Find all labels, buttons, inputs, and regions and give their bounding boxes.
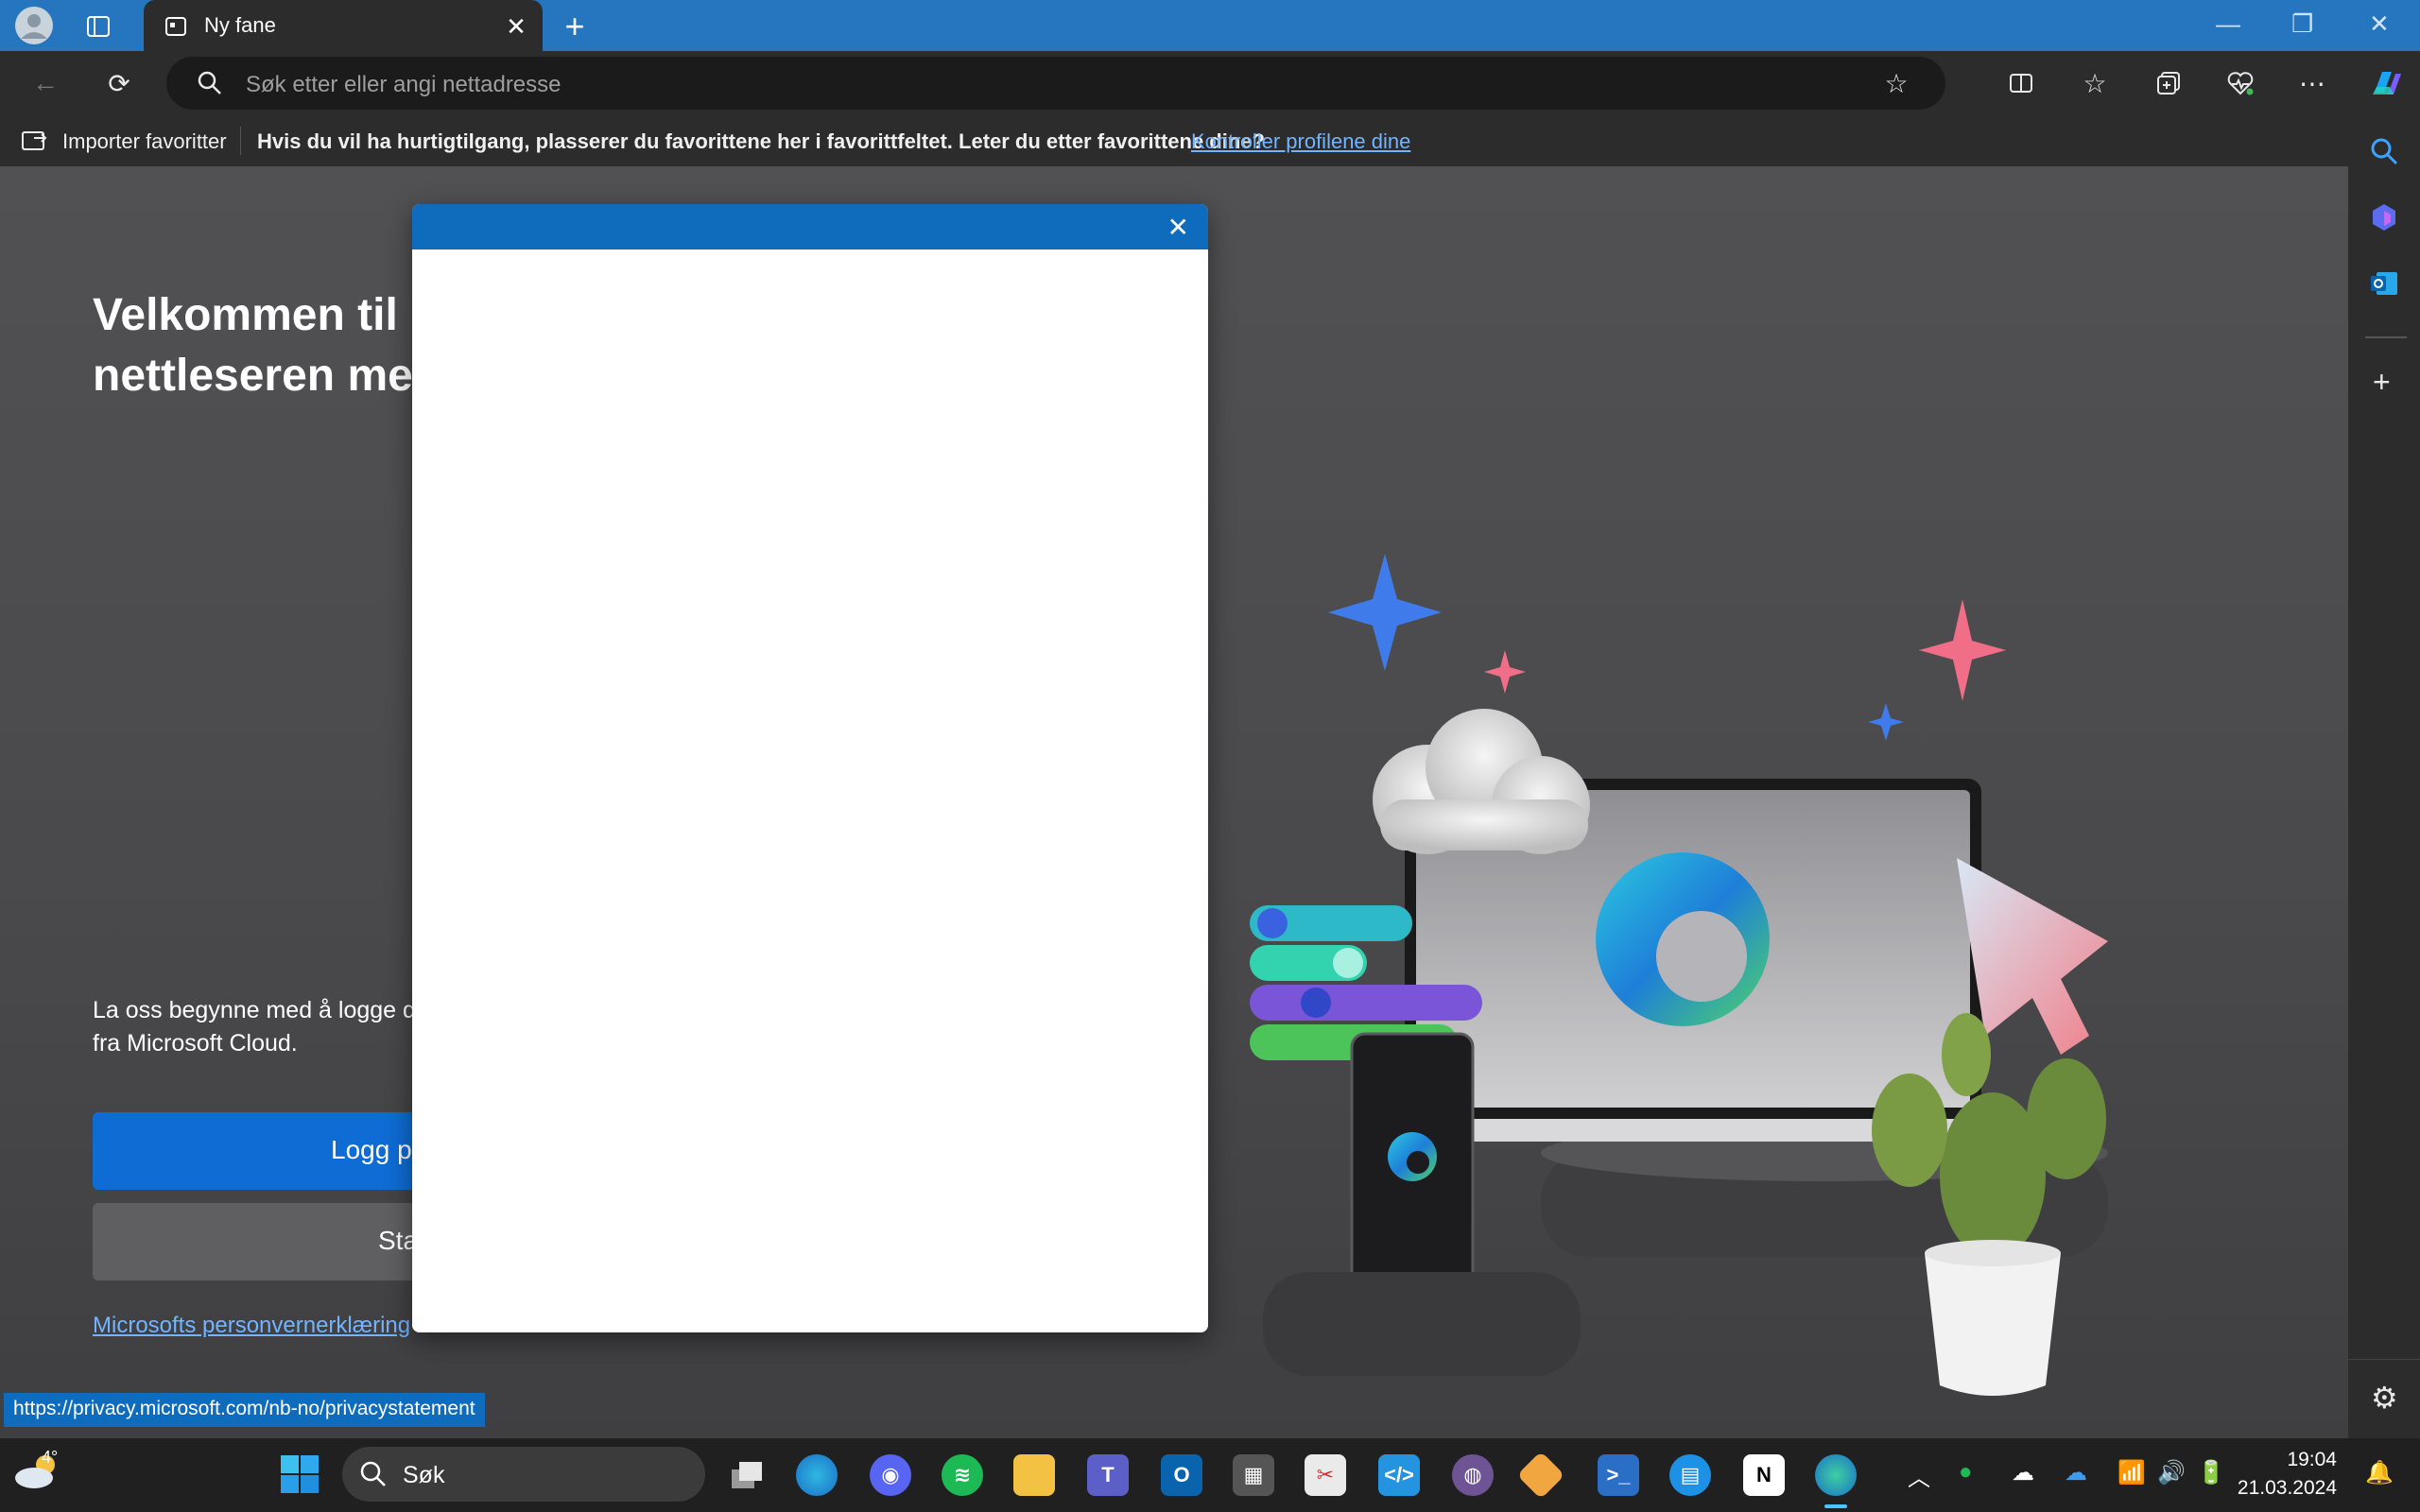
collections-icon[interactable] [2146, 60, 2191, 106]
phone-decoration [1350, 1032, 1475, 1293]
weather-temperature: 4° [42, 1448, 59, 1467]
title-bar: Ny fane ✕ + — ❐ ✕ [0, 0, 2420, 51]
outlook-taskbar-icon[interactable]: O [1161, 1454, 1202, 1496]
sign-in-label: Logg p [331, 1135, 412, 1164]
more-menu-icon[interactable]: ⋯ [2290, 60, 2335, 106]
teams-taskbar-icon[interactable]: T [1087, 1454, 1129, 1496]
new-tab-page-icon [163, 13, 189, 40]
tab-new-tab[interactable]: Ny fane ✕ [144, 0, 543, 51]
onedrive-business-tray-icon[interactable]: ☁ [2065, 1459, 2087, 1486]
vscode-taskbar-icon[interactable]: </> [1378, 1454, 1420, 1496]
start-windows-icon[interactable] [280, 1454, 320, 1499]
weather-widget[interactable]: 4° [13, 1448, 70, 1503]
cloud-decoration [1373, 709, 1590, 854]
new-tab-plus-icon[interactable]: + [558, 7, 592, 45]
discord-taskbar-icon[interactable]: ◉ [870, 1454, 911, 1496]
sparkle-pink-large [1919, 599, 2006, 701]
back-arrow-icon[interactable]: ← [23, 60, 68, 106]
split-screen-icon[interactable] [1998, 60, 2044, 106]
import-favorites-icon [21, 129, 49, 158]
favorites-bar: Importer favoritter Hvis du vil ha hurti… [0, 115, 2420, 166]
sidebar-divider-bottom [2348, 1359, 2420, 1360]
profile-avatar[interactable] [15, 7, 53, 44]
welcome-description: La oss begynne med å logge d fra Microso… [93, 997, 416, 1057]
dialog-header: ✕ [412, 204, 1208, 249]
clock[interactable]: 19:04 21.03.2024 [2238, 1446, 2337, 1503]
volume-icon[interactable]: 🔊 [2157, 1459, 2186, 1486]
sparkle-blue-small [1868, 703, 1904, 741]
edge-sidebar: + ⚙ [2348, 115, 2420, 1438]
spotify-taskbar-icon[interactable]: ≋ [942, 1454, 983, 1496]
notion-taskbar-icon[interactable]: N [1743, 1454, 1785, 1496]
favorites-bar-divider [240, 127, 241, 155]
edge-dev-taskbar-icon[interactable] [796, 1454, 838, 1496]
calculator-taskbar-icon[interactable]: ▦ [1233, 1454, 1274, 1496]
wifi-icon[interactable]: 📶 [2118, 1459, 2146, 1486]
sidebar-copilot-icon[interactable] [2369, 202, 2399, 237]
search-icon [187, 60, 233, 106]
edge-taskbar-icon-active[interactable] [1815, 1454, 1857, 1496]
file-explorer-taskbar-icon[interactable] [1013, 1454, 1055, 1496]
import-favorites-button[interactable]: Importer favoritter [62, 129, 227, 154]
close-window-icon[interactable]: ✕ [2369, 9, 2390, 39]
sidebar-settings-gear-icon[interactable]: ⚙ [2371, 1380, 2398, 1416]
clock-time: 19:04 [2287, 1449, 2337, 1470]
sign-in-dialog: ✕ [412, 204, 1208, 1332]
taskbar-search-label: Søk [403, 1462, 445, 1488]
copilot-icon[interactable] [2363, 60, 2409, 106]
docker-taskbar-icon[interactable]: ▤ [1669, 1454, 1711, 1496]
sparkle-pink-small [1484, 650, 1526, 694]
privacy-statement-link[interactable]: Microsofts personvernerklæring [93, 1313, 410, 1339]
favorites-bar-message: Hvis du vil ha hurtigtilgang, plasserer … [257, 129, 1265, 153]
git-taskbar-icon[interactable] [1516, 1451, 1565, 1500]
sidebar-add-icon[interactable]: + [2373, 365, 2391, 400]
phone-pedestal [1263, 1272, 1581, 1376]
windows-taskbar: 4° Søk ◉ ≋ T O ▦ ✂ </> ◍ >_ ▤ N ︿ ● ☁ ☁ … [0, 1438, 2420, 1512]
active-app-indicator [1824, 1504, 1847, 1508]
snipping-tool-taskbar-icon[interactable]: ✂ [1305, 1454, 1346, 1496]
spotify-tray-icon[interactable]: ● [1959, 1459, 1973, 1486]
browser-essentials-icon[interactable] [2218, 60, 2263, 106]
welcome-title: Velkommen til l nettleseren mec [93, 290, 439, 401]
check-profiles-link[interactable]: Kontroller profilene dine [1191, 129, 1410, 154]
sparkle-blue-large [1328, 554, 1442, 671]
battery-icon[interactable]: 🔋 [2197, 1459, 2225, 1486]
welcome-hero-illustration [1250, 554, 2108, 1396]
favorite-star-icon[interactable]: ☆ [1874, 60, 1919, 106]
sidebar-divider [2365, 336, 2407, 338]
address-bar[interactable]: Søk etter eller angi nettadresse ☆ [166, 57, 1945, 110]
powershell-taskbar-icon[interactable]: >_ [1598, 1454, 1639, 1496]
tab-title: Ny fane [204, 13, 276, 37]
taskbar-search-box[interactable]: Søk [342, 1447, 705, 1502]
minimize-icon[interactable]: — [2216, 9, 2240, 39]
close-tab-icon[interactable]: ✕ [503, 12, 529, 41]
dialog-close-icon[interactable]: ✕ [1167, 212, 1189, 243]
github-taskbar-icon[interactable]: ◍ [1452, 1454, 1494, 1496]
restore-icon[interactable]: ❐ [2291, 9, 2313, 39]
notifications-bell-icon[interactable]: 🔔 [2365, 1459, 2394, 1486]
clock-date: 21.03.2024 [2237, 1477, 2337, 1499]
sidebar-outlook-icon[interactable] [2369, 268, 2399, 303]
sidebar-search-icon[interactable] [2369, 136, 2399, 171]
refresh-icon[interactable]: ⟳ [96, 60, 142, 106]
dialog-body [412, 249, 1208, 1332]
navigation-toolbar: ← ⟳ Søk etter eller angi nettadresse ☆ ☆… [0, 51, 2420, 115]
taskbar-search-icon [359, 1460, 388, 1493]
favorites-icon[interactable]: ☆ [2072, 60, 2118, 106]
onedrive-personal-tray-icon[interactable]: ☁ [2012, 1459, 2034, 1486]
address-placeholder: Søk etter eller angi nettadresse [246, 72, 562, 97]
vertical-tabs-icon[interactable] [83, 11, 113, 42]
task-view-icon[interactable] [726, 1454, 768, 1496]
status-url-tooltip: https://privacy.microsoft.com/nb-no/priv… [4, 1393, 485, 1427]
show-hidden-icons-chevron[interactable]: ︿ [1908, 1459, 1930, 1492]
